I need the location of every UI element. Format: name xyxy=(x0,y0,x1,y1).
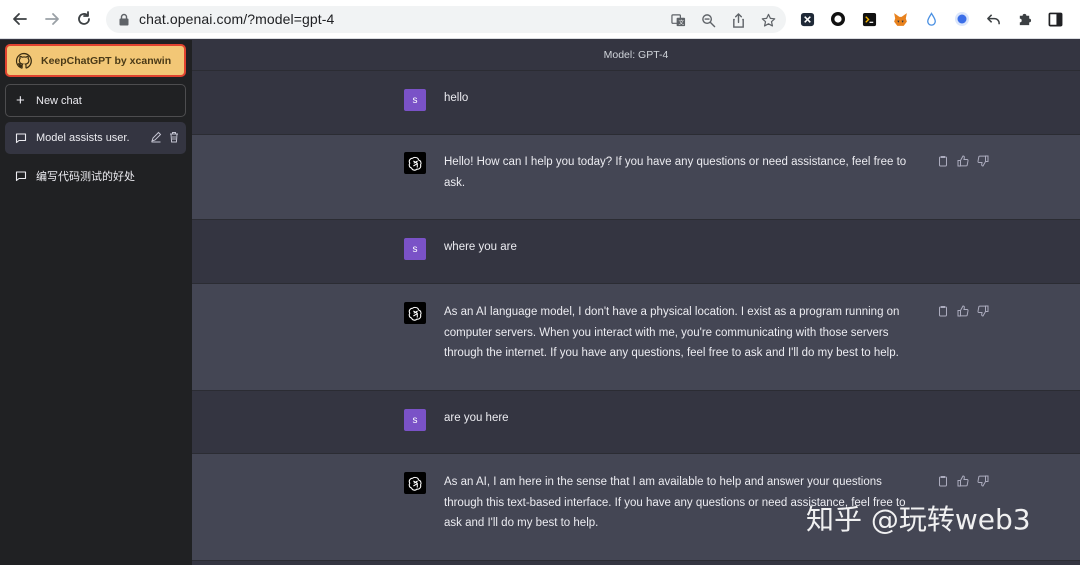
trash-icon[interactable] xyxy=(168,131,180,143)
thumbs-down-icon[interactable] xyxy=(977,155,989,167)
thumbs-down-icon[interactable] xyxy=(977,475,989,487)
model-label: Model: GPT-4 xyxy=(603,49,669,61)
conversation-item[interactable]: 编写代码测试的好处 xyxy=(5,160,186,192)
thumbs-down-icon[interactable] xyxy=(977,305,989,317)
user-avatar: s xyxy=(404,238,426,260)
message-actions xyxy=(937,475,989,487)
message-actions xyxy=(937,155,989,167)
message-text: hello xyxy=(444,92,469,104)
puzzle-extensions-icon[interactable] xyxy=(1013,8,1035,30)
sidebar: KeepChatGPT by xcanwin + New chat Model … xyxy=(0,40,192,565)
github-icon xyxy=(15,52,32,69)
keepchatgpt-label: KeepChatGPT by xcanwin xyxy=(41,54,172,67)
zoom-icon[interactable] xyxy=(698,10,718,30)
new-chat-label: New chat xyxy=(36,94,82,107)
metamask-fox-icon[interactable] xyxy=(889,8,911,30)
chat-bubble-icon xyxy=(15,133,27,144)
url-text: chat.openai.com/?model=gpt-4 xyxy=(139,11,335,27)
x-extension-icon[interactable] xyxy=(796,8,818,30)
blue-dot-extension-icon[interactable] xyxy=(951,8,973,30)
keepchatgpt-button[interactable]: KeepChatGPT by xcanwin xyxy=(5,44,186,77)
conversation-item[interactable]: Model assists user. xyxy=(5,122,186,154)
openai-logo-icon xyxy=(404,152,426,174)
message-text: As an AI language model, I don't have a … xyxy=(444,306,900,359)
plus-icon: + xyxy=(16,92,25,109)
browser-toolbar: chat.openai.com/?model=gpt-4 文 xyxy=(0,0,1080,39)
message-text: Hello! How can I help you today? If you … xyxy=(444,156,907,189)
copy-icon[interactable] xyxy=(937,305,949,317)
side-panel-icon[interactable] xyxy=(1044,8,1066,30)
lock-icon xyxy=(119,13,129,26)
new-chat-button[interactable]: + New chat xyxy=(5,84,186,117)
assistant-message: As an AI language model, I don't have a … xyxy=(192,284,1080,391)
thumbs-up-icon[interactable] xyxy=(957,155,969,167)
message-text: are you here xyxy=(444,412,509,424)
conversation-title: Model assists user. xyxy=(36,132,130,144)
undo-arrow-icon[interactable] xyxy=(982,8,1004,30)
openai-logo-icon xyxy=(404,472,426,494)
back-button[interactable] xyxy=(9,8,31,30)
circle-extension-icon[interactable] xyxy=(827,8,849,30)
water-drop-icon[interactable] xyxy=(920,8,942,30)
user-message: s where you are xyxy=(192,220,1080,284)
translate-icon[interactable]: 文 xyxy=(668,10,688,30)
arrow-left-icon xyxy=(13,13,27,25)
copy-icon[interactable] xyxy=(937,155,949,167)
user-avatar: s xyxy=(404,409,426,431)
svg-text:文: 文 xyxy=(678,18,684,26)
user-avatar: s xyxy=(404,89,426,111)
model-indicator: Model: GPT-4 xyxy=(192,40,1080,71)
user-message: s are you here xyxy=(192,391,1080,454)
reload-icon xyxy=(78,11,90,25)
reload-button[interactable] xyxy=(73,8,95,30)
thumbs-up-icon[interactable] xyxy=(957,305,969,317)
terminal-extension-icon[interactable] xyxy=(858,8,880,30)
message-actions xyxy=(937,305,989,317)
address-bar[interactable]: chat.openai.com/?model=gpt-4 文 xyxy=(106,6,786,33)
forward-button[interactable] xyxy=(41,8,63,30)
extensions-bar xyxy=(796,8,1066,30)
assistant-message: Hello! How can I help you today? If you … xyxy=(192,135,1080,220)
edit-pencil-icon[interactable] xyxy=(150,131,162,143)
arrow-right-icon xyxy=(45,13,59,25)
user-message: s hello xyxy=(192,71,1080,135)
chat-main: Model: GPT-4 s hello Hello! How can I he… xyxy=(192,40,1080,565)
thumbs-up-icon[interactable] xyxy=(957,475,969,487)
share-icon[interactable] xyxy=(728,10,748,30)
message-text: where you are xyxy=(444,241,517,253)
bookmark-star-icon[interactable] xyxy=(758,10,778,30)
conversation-title: 编写代码测试的好处 xyxy=(36,170,135,183)
watermark: 知乎 @玩转web3 xyxy=(806,503,1031,536)
openai-logo-icon xyxy=(404,302,426,324)
copy-icon[interactable] xyxy=(937,475,949,487)
chat-bubble-icon xyxy=(15,171,27,182)
